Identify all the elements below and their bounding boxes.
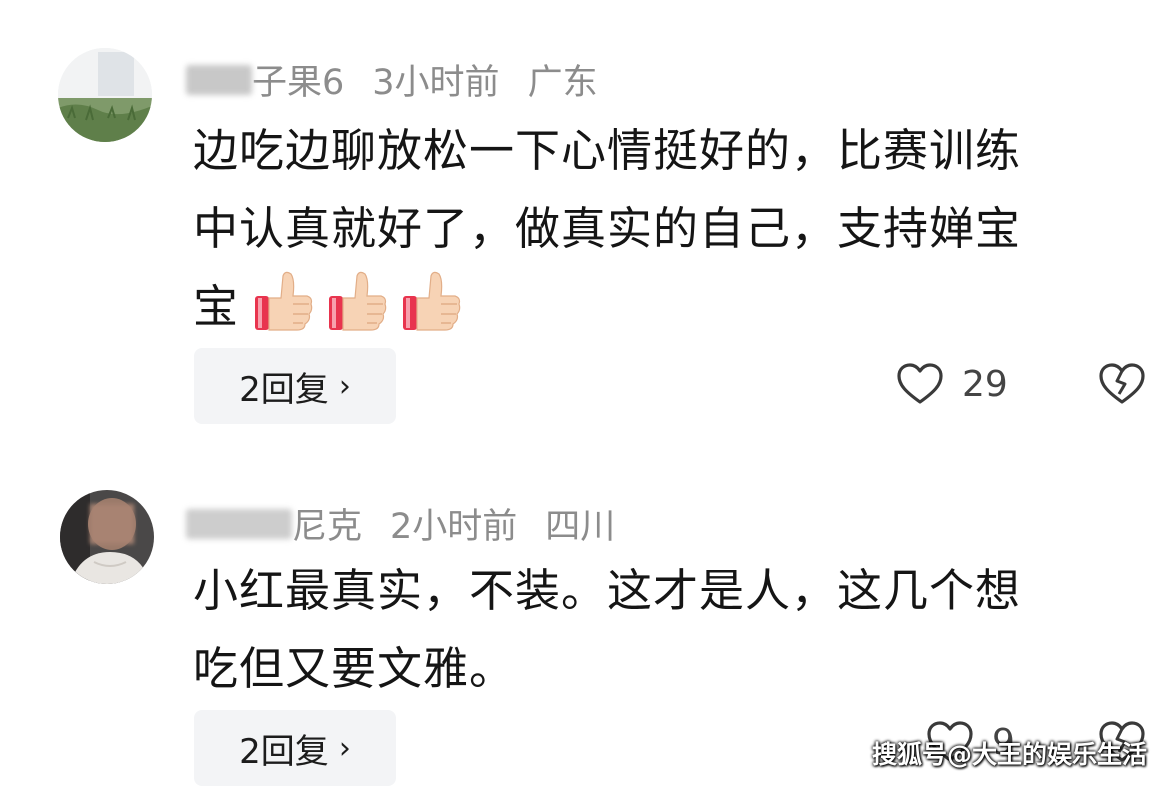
chevron-right-icon: › xyxy=(338,368,351,404)
chevron-right-icon: › xyxy=(338,730,351,766)
avatar-image-icon xyxy=(58,48,152,142)
username[interactable]: 子果6 xyxy=(252,54,344,105)
thumbs-up-icon xyxy=(329,271,387,331)
timestamp: 3小时前 xyxy=(372,63,500,103)
heart-icon xyxy=(897,363,943,404)
comment-line: 小红最真实，不装。这才是人，这几个想 xyxy=(193,564,1022,617)
dislike-button[interactable] xyxy=(1098,362,1146,410)
broken-heart-icon xyxy=(1099,363,1145,404)
like-button[interactable]: 29 xyxy=(896,362,1008,406)
username-blurred xyxy=(186,508,292,539)
avatar[interactable] xyxy=(58,48,152,142)
comment-line-with-emoji: 宝 xyxy=(193,268,1138,346)
like-count: 29 xyxy=(962,363,1008,405)
location: 广东 xyxy=(527,63,598,103)
avatar[interactable] xyxy=(60,490,154,584)
comment-text: 小红最真实，不装。这才是人，这几个想 吃但又要文雅。 xyxy=(193,552,1138,708)
view-replies-button[interactable]: 2回复 › xyxy=(194,710,396,786)
thumbs-up-icon xyxy=(403,271,461,331)
view-replies-button[interactable]: 2回复 › xyxy=(194,348,396,424)
source-watermark: 搜狐号@大王的娱乐生活 xyxy=(871,740,1147,769)
comment-text: 边吃边聊放松一下心情挺好的，比赛训练 中认真就好了，做真实的自己，支持婵宝 宝 xyxy=(193,112,1138,346)
reply-count-label: 2回复 xyxy=(239,731,329,772)
comment-meta: 子果6 3小时前 广东 xyxy=(186,54,626,105)
username-blurred xyxy=(186,64,252,95)
username[interactable]: 尼克 xyxy=(292,498,362,549)
timestamp: 2小时前 xyxy=(390,507,518,547)
thumbs-up-icon xyxy=(255,271,313,331)
comment-line: 中认真就好了，做真实的自己，支持婵宝 xyxy=(193,202,1022,255)
comment-meta: 尼克 2小时前 四川 xyxy=(186,498,643,549)
location: 四川 xyxy=(545,507,616,547)
avatar-image-icon xyxy=(60,490,154,584)
comment-line: 吃但又要文雅。 xyxy=(193,642,516,695)
reply-count-label: 2回复 xyxy=(239,369,329,410)
comment-line: 宝 xyxy=(193,280,240,333)
comment-line: 边吃边聊放松一下心情挺好的，比赛训练 xyxy=(193,124,1022,177)
